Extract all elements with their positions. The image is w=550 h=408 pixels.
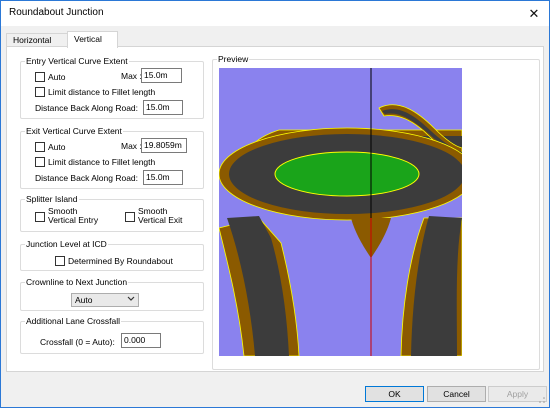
chevron-down-icon bbox=[127, 295, 135, 305]
smooth-entry-label: Smooth Vertical Entry bbox=[48, 207, 98, 225]
window-title: Roundabout Junction bbox=[9, 7, 104, 18]
roundabout-preview-drawing bbox=[219, 68, 462, 356]
entry-distance-input[interactable]: 15.0m bbox=[143, 100, 183, 115]
crownline-group: Crownline to Next Junction Auto bbox=[20, 277, 204, 311]
crossfall-label: Crossfall (0 = Auto): bbox=[40, 337, 115, 347]
smooth-entry-checkbox[interactable] bbox=[35, 212, 45, 222]
tab-panel-vertical: Entry Vertical Curve Extent Auto Max : 1… bbox=[6, 46, 544, 372]
determined-by-roundabout-checkbox[interactable] bbox=[55, 256, 65, 266]
tab-horizontal-label: Horizontal bbox=[13, 35, 52, 45]
entry-limit-label: Limit distance to Fillet length bbox=[48, 87, 156, 97]
exit-max-label: Max : bbox=[121, 141, 142, 151]
tab-vertical[interactable]: Vertical bbox=[67, 31, 118, 48]
entry-extent-group: Entry Vertical Curve Extent Auto Max : 1… bbox=[20, 56, 204, 119]
tab-horizontal[interactable]: Horizontal bbox=[6, 33, 68, 47]
dialog-window: Roundabout Junction ✕ Horizontal Vertica… bbox=[0, 0, 550, 408]
entry-distance-label: Distance Back Along Road: bbox=[35, 103, 139, 113]
preview-group: Preview bbox=[212, 54, 540, 370]
exit-max-input[interactable]: 19.8059m bbox=[141, 138, 187, 153]
preview-title: Preview bbox=[217, 54, 250, 64]
cancel-button[interactable]: Cancel bbox=[427, 386, 486, 402]
entry-max-label: Max : bbox=[121, 71, 142, 81]
exit-auto-checkbox[interactable] bbox=[35, 142, 45, 152]
exit-limit-label: Limit distance to Fillet length bbox=[48, 157, 156, 167]
splitter-island-group: Splitter Island Smooth Vertical Entry Sm… bbox=[20, 194, 204, 232]
junction-level-title: Junction Level at ICD bbox=[25, 239, 108, 249]
close-icon[interactable]: ✕ bbox=[519, 1, 549, 26]
crownline-select-value: Auto bbox=[75, 295, 93, 305]
smooth-exit-line2: Vertical Exit bbox=[138, 215, 183, 225]
exit-extent-title: Exit Vertical Curve Extent bbox=[25, 126, 123, 136]
entry-max-input[interactable]: 15.0m bbox=[141, 68, 182, 83]
crossfall-title: Additional Lane Crossfall bbox=[25, 316, 122, 326]
crownline-select[interactable]: Auto bbox=[71, 293, 139, 307]
junction-level-group: Junction Level at ICD Determined By Roun… bbox=[20, 239, 204, 271]
determined-by-roundabout-label: Determined By Roundabout bbox=[68, 256, 173, 266]
exit-limit-checkbox[interactable] bbox=[35, 157, 45, 167]
splitter-island-title: Splitter Island bbox=[25, 194, 79, 204]
tab-vertical-label: Vertical bbox=[74, 34, 102, 44]
preview-canvas bbox=[219, 68, 462, 356]
exit-distance-input[interactable]: 15.0m bbox=[143, 170, 183, 185]
resize-grip-icon[interactable] bbox=[538, 396, 546, 404]
smooth-exit-checkbox[interactable] bbox=[125, 212, 135, 222]
entry-auto-checkbox[interactable] bbox=[35, 72, 45, 82]
crossfall-group: Additional Lane Crossfall Crossfall (0 =… bbox=[20, 316, 204, 354]
exit-auto-label: Auto bbox=[48, 142, 66, 152]
entry-auto-label: Auto bbox=[48, 72, 66, 82]
crownline-title: Crownline to Next Junction bbox=[25, 277, 129, 287]
exit-extent-group: Exit Vertical Curve Extent Auto Max : 19… bbox=[20, 126, 204, 189]
smooth-entry-line2: Vertical Entry bbox=[48, 215, 99, 225]
entry-limit-checkbox[interactable] bbox=[35, 87, 45, 97]
title-bar: Roundabout Junction ✕ bbox=[1, 1, 549, 26]
exit-distance-label: Distance Back Along Road: bbox=[35, 173, 139, 183]
entry-extent-title: Entry Vertical Curve Extent bbox=[25, 56, 129, 66]
crossfall-input[interactable]: 0.000 bbox=[121, 333, 161, 348]
smooth-exit-label: Smooth Vertical Exit bbox=[138, 207, 182, 225]
ok-button[interactable]: OK bbox=[365, 386, 424, 402]
